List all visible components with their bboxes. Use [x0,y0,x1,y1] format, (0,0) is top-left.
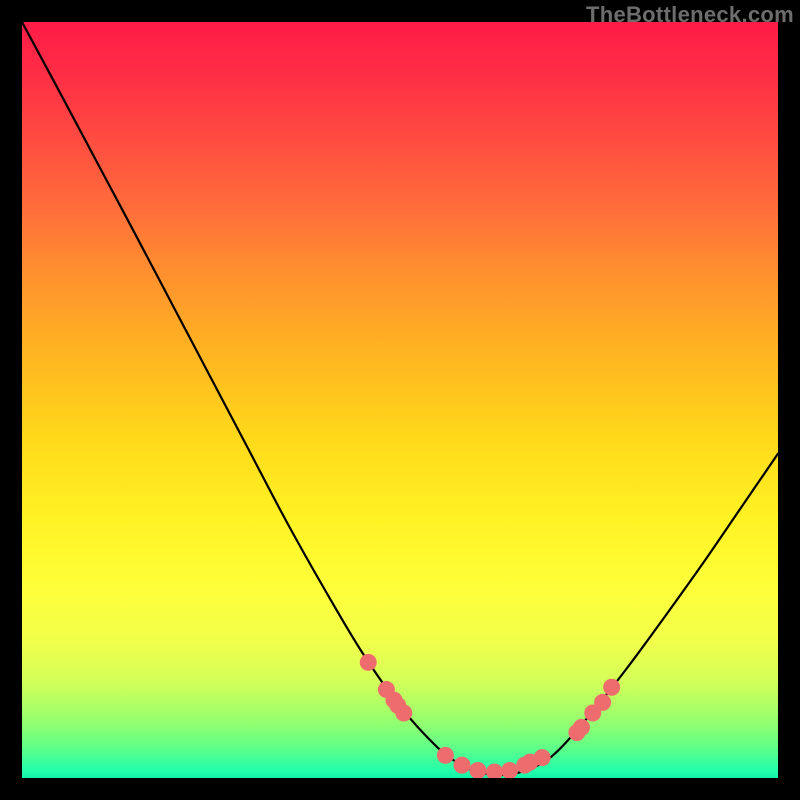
data-point [469,762,486,778]
chart-svg [22,22,778,778]
bottleneck-curve [22,22,778,775]
data-point [395,704,412,721]
data-point [501,762,518,778]
watermark-label: TheBottleneck.com [586,2,794,28]
data-point [453,757,470,774]
data-point [573,719,590,736]
data-point [486,763,503,778]
data-point [360,654,377,671]
data-point [437,747,454,764]
chart-frame [22,22,778,778]
data-point [603,679,620,696]
data-point [594,694,611,711]
data-point [534,749,551,766]
